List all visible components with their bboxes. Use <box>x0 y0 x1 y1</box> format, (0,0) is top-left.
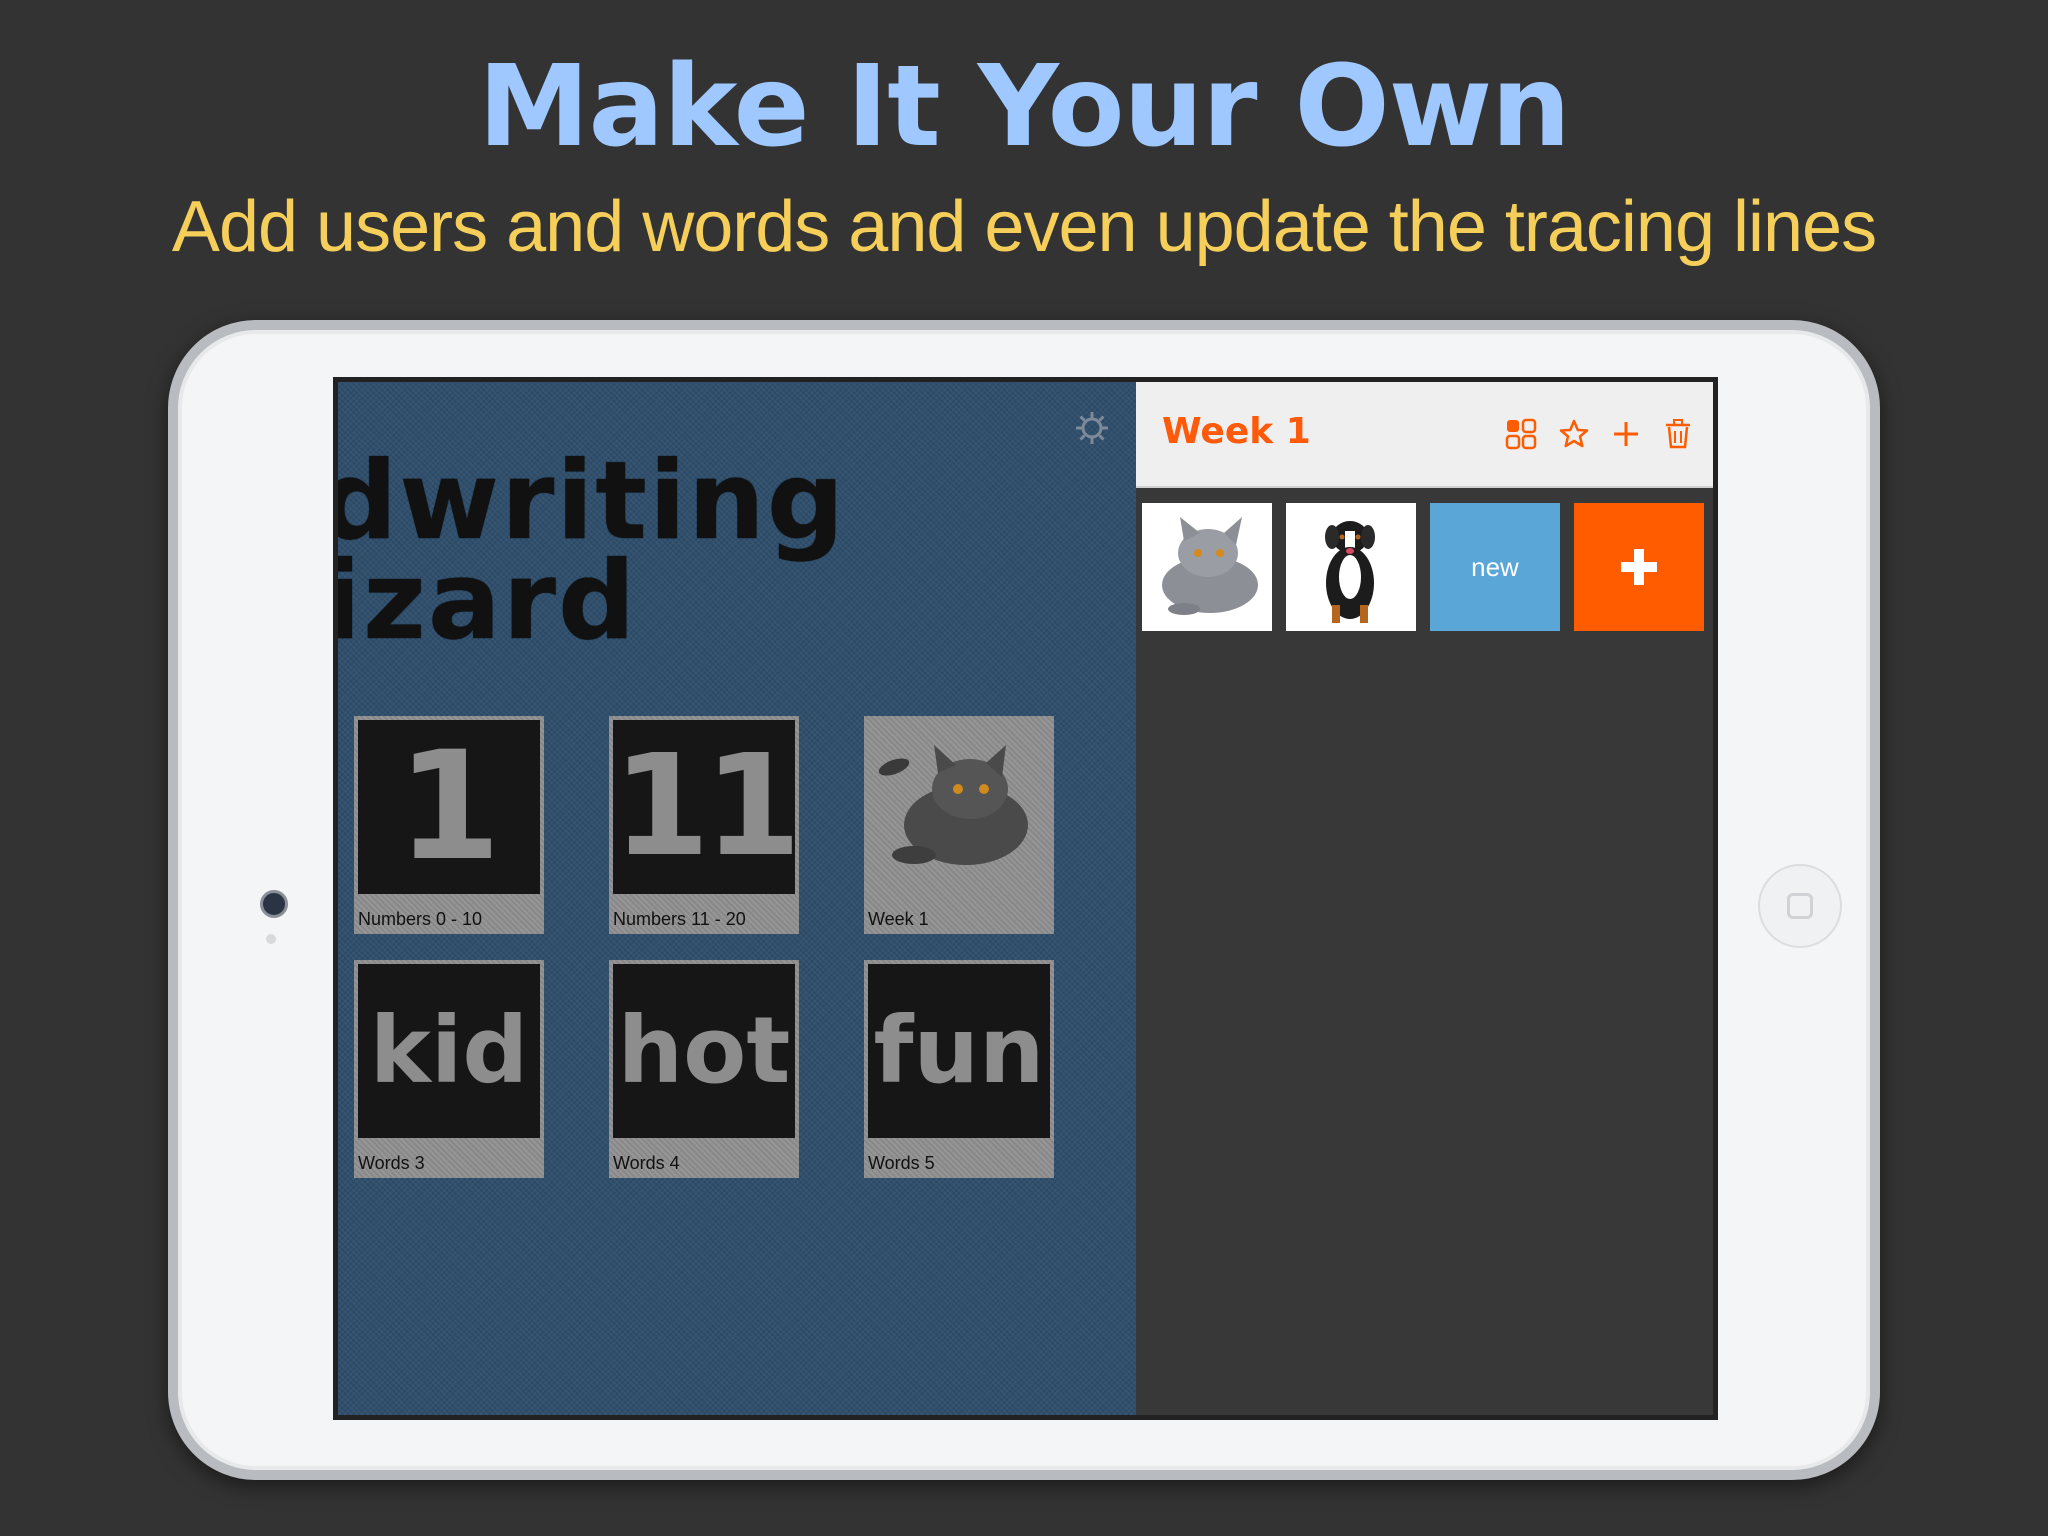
tile-label: Week 1 <box>868 909 929 929</box>
dog-image[interactable] <box>1286 503 1416 631</box>
new-word-button[interactable]: new <box>1430 503 1560 631</box>
cat-image[interactable] <box>1142 503 1272 631</box>
plus-icon[interactable] <box>1606 414 1646 454</box>
promo-headline: Make It Your Own <box>478 42 1571 172</box>
tile-art: 11 <box>613 720 795 894</box>
editor-header: Week 1 <box>1136 382 1713 488</box>
cat-image <box>868 720 1050 894</box>
grid-icon[interactable] <box>1501 414 1541 454</box>
app-screen: dwriting Wizard 1 Numbers 0 - 10 11 Numb… <box>333 377 1718 1420</box>
star-icon[interactable] <box>1554 414 1594 454</box>
tile-glyph: hot <box>617 997 791 1104</box>
list-tile-numbers-0-10[interactable]: 1 Numbers 0 - 10 <box>354 716 544 934</box>
trash-icon[interactable] <box>1658 414 1698 454</box>
list-tile-words-3[interactable]: kid Words 3 <box>354 960 544 1178</box>
list-editor: Week 1 new <box>1136 382 1713 1415</box>
app-title: dwriting Wizard <box>338 448 846 664</box>
tile-label: Words 4 <box>613 1153 680 1173</box>
tile-label: Words 3 <box>358 1153 425 1173</box>
tile-art: hot <box>613 964 795 1138</box>
list-browser: dwriting Wizard 1 Numbers 0 - 10 11 Numb… <box>338 382 1136 1415</box>
editor-title: Week 1 <box>1162 411 1311 452</box>
tile-label: Numbers 0 - 10 <box>358 909 483 929</box>
home-button[interactable] <box>1758 864 1842 948</box>
list-tile-words-4[interactable]: hot Words 4 <box>609 960 799 1178</box>
list-tile-words-5[interactable]: fun Words 5 <box>864 960 1054 1178</box>
tile-art: fun <box>868 964 1050 1138</box>
add-word-button[interactable] <box>1574 503 1704 631</box>
word-thumbnails: new <box>1142 503 1712 633</box>
camera-icon <box>260 890 288 918</box>
tile-glyph: fun <box>873 997 1045 1104</box>
tile-art: kid <box>358 964 540 1138</box>
promo-subhead: Add users and words and even update the … <box>171 187 1877 267</box>
list-tile-week-1[interactable]: Week 1 <box>864 716 1054 934</box>
tile-art: 1 <box>358 720 540 894</box>
sensor-dot <box>266 934 276 944</box>
tile-glyph: kid <box>369 997 529 1104</box>
home-square-icon <box>1787 893 1813 919</box>
list-tile-numbers-11-20[interactable]: 11 Numbers 11 - 20 <box>609 716 799 934</box>
plus-icon <box>1621 549 1657 585</box>
tile-label: Numbers 11 - 20 <box>613 909 746 929</box>
gear-icon[interactable] <box>1074 410 1110 446</box>
tile-glyph: 11 <box>613 725 795 888</box>
app-title-line2: Wizard <box>338 539 638 664</box>
tile-label: Words 5 <box>868 1153 935 1173</box>
ipad-device: dwriting Wizard 1 Numbers 0 - 10 11 Numb… <box>168 320 1880 1480</box>
tile-glyph: 1 <box>396 720 502 894</box>
